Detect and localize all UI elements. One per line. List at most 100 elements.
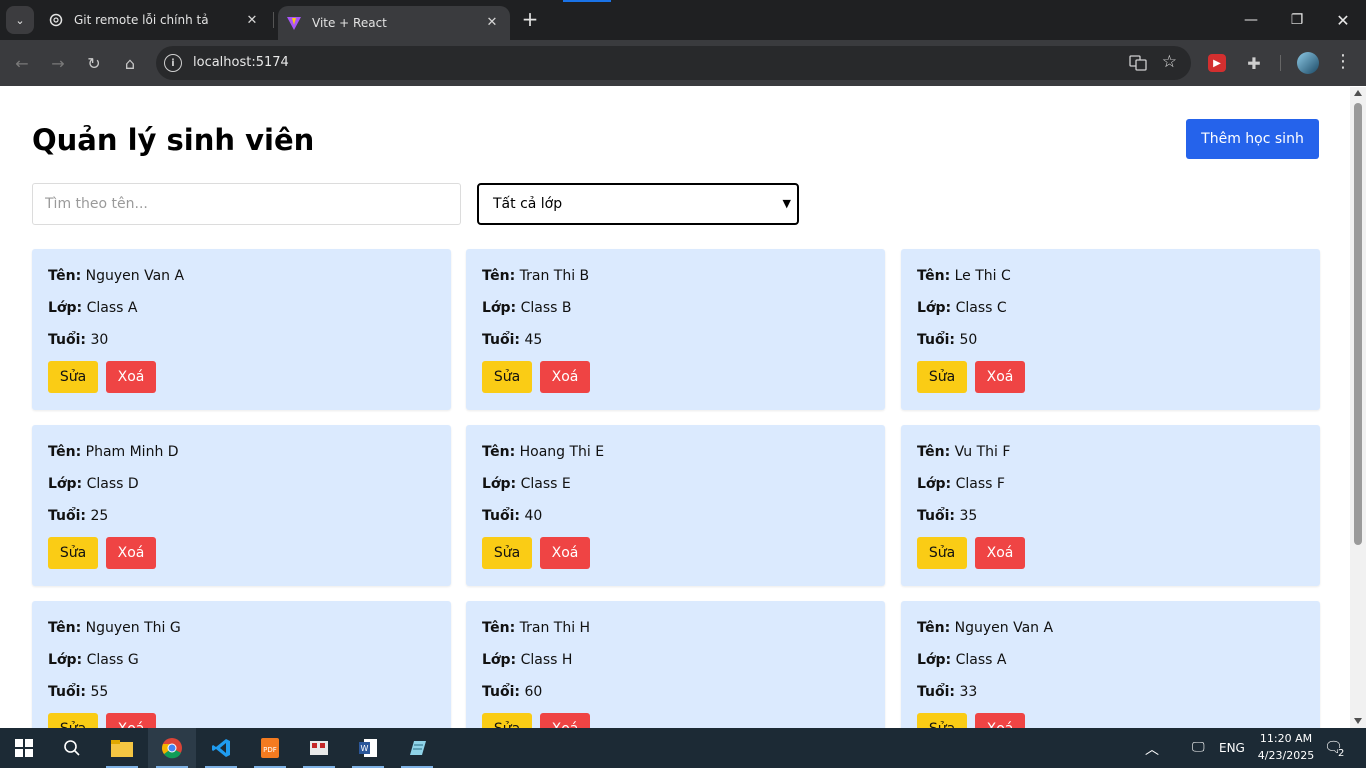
student-card: Tên: Nguyen Van A Lớp: Class A Tuổi: 30 Sửa… [32,249,451,410]
add-student-button[interactable]: Thêm học sinh [1186,119,1319,159]
scroll-up-arrow[interactable] [1354,90,1362,96]
name-label: Tên: [48,444,82,460]
network-icon[interactable]: 🖵 [1192,740,1205,755]
url-text[interactable]: localhost:5174 [193,55,289,70]
delete-button[interactable]: Xoá [540,537,590,569]
delete-button[interactable]: Xoá [106,713,156,728]
student-class-row: Lớp: Class G [48,652,139,668]
word-icon[interactable]: W [344,728,392,768]
age-label: Tuổi: [48,508,86,524]
clock-time[interactable]: 11:20 AM [1256,732,1316,745]
delete-button[interactable]: Xoá [975,537,1025,569]
class-filter-select[interactable]: Tất cả lớp ▼ [477,183,799,225]
tab-vite-react[interactable]: Vite + React ✕ [278,6,510,40]
delete-button[interactable]: Xoá [540,361,590,393]
file-explorer-icon[interactable] [98,728,146,768]
student-class: Class A [86,300,138,316]
chrome-icon[interactable] [148,728,196,768]
edit-button[interactable]: Sửa [48,537,98,569]
extension-red-icon[interactable]: ▶ [1208,54,1226,72]
student-age: 45 [524,332,543,348]
app-red-icon[interactable] [295,728,343,768]
delete-button[interactable]: Xoá [540,713,590,728]
page-scrollbar[interactable] [1350,87,1366,728]
delete-button[interactable]: Xoá [106,361,156,393]
student-name-row: Tên: Nguyen Van A [917,620,1053,636]
scroll-thumb[interactable] [1354,103,1362,545]
edit-button[interactable]: Sửa [482,713,532,728]
student-age: 60 [524,684,543,700]
student-age: 35 [959,508,978,524]
student-age-row: Tuổi: 50 [917,332,977,348]
edit-button[interactable]: Sửa [482,361,532,393]
window-close-icon[interactable]: ✕ [1320,0,1366,40]
back-icon[interactable]: ← [9,50,35,76]
extensions-puzzle-icon[interactable]: ✚ [1244,53,1264,73]
search-icon[interactable] [48,728,96,768]
edit-button[interactable]: Sửa [917,537,967,569]
edit-button[interactable]: Sửa [482,537,532,569]
student-class: Class F [955,476,1005,492]
vscode-icon[interactable] [197,728,245,768]
more-menu-icon[interactable]: ⋮ [1334,51,1352,73]
edit-button[interactable]: Sửa [917,713,967,728]
student-card: Tên: Pham Minh D Lớp: Class D Tuổi: 25 Sửa X… [32,425,451,586]
browser-tab-bar: ⌄ Git remote lỗi chính tả ✕ Vite + React… [0,0,1366,40]
name-label: Tên: [917,444,951,460]
pdf-reader-icon[interactable]: PDF [246,728,294,768]
close-icon[interactable]: ✕ [484,14,500,30]
home-icon[interactable]: ⌂ [117,50,143,76]
language-indicator[interactable]: ENG [1219,741,1245,755]
student-class-row: Lớp: Class H [482,652,572,668]
age-label: Tuổi: [917,684,955,700]
close-icon[interactable]: ✕ [244,12,260,28]
chevron-up-icon[interactable]: ︿ [1145,739,1159,759]
translate-icon[interactable] [1129,54,1147,72]
student-name: Vu Thi F [954,444,1011,460]
tab-search-button[interactable]: ⌄ [6,6,34,34]
student-age: 40 [524,508,543,524]
student-name: Tran Thi B [519,268,590,284]
windows-taskbar: PDF W ︿ 🖵 ENG 11:20 AM 4/23/2025 🗨 2 [0,728,1366,768]
age-label: Tuổi: [48,684,86,700]
notepad-icon[interactable] [393,728,441,768]
name-label: Tên: [482,620,516,636]
class-label: Lớp: [48,652,83,668]
delete-button[interactable]: Xoá [975,713,1025,728]
forward-icon[interactable]: → [45,50,71,76]
class-label: Lớp: [482,652,517,668]
class-label: Lớp: [917,300,952,316]
student-name-row: Tên: Nguyen Thi G [48,620,181,636]
student-class: Class G [86,652,139,668]
age-label: Tuổi: [48,332,86,348]
name-label: Tên: [482,268,516,284]
new-tab-button[interactable]: + [520,9,540,30]
scroll-down-arrow[interactable] [1354,718,1362,724]
search-input[interactable] [32,183,461,225]
edit-button[interactable]: Sửa [917,361,967,393]
delete-button[interactable]: Xoá [106,537,156,569]
age-label: Tuổi: [482,684,520,700]
student-class: Class B [520,300,572,316]
profile-avatar[interactable] [1297,52,1319,74]
student-class-row: Lớp: Class C [917,300,1007,316]
class-label: Lớp: [482,300,517,316]
bookmark-star-icon[interactable]: ☆ [1162,52,1177,72]
student-class: Class E [520,476,571,492]
delete-button[interactable]: Xoá [975,361,1025,393]
clock-date[interactable]: 4/23/2025 [1254,749,1318,762]
edit-button[interactable]: Sửa [48,713,98,728]
minimize-icon[interactable]: — [1228,0,1274,40]
page-viewport: Quản lý sinh viên Thêm học sinh Tất cả l… [0,87,1350,728]
tab-git-remote[interactable]: Git remote lỗi chính tả ✕ [38,0,270,40]
restore-icon[interactable]: ❐ [1274,0,1320,40]
tab-separator [273,12,274,28]
student-class-row: Lớp: Class E [482,476,571,492]
address-bar[interactable]: i localhost:5174 ☆ [156,46,1191,80]
reload-icon[interactable]: ↻ [81,50,107,76]
student-name: Le Thi C [954,268,1011,284]
start-button[interactable] [0,728,48,768]
info-icon[interactable]: i [164,54,182,72]
edit-button[interactable]: Sửa [48,361,98,393]
name-label: Tên: [48,268,82,284]
